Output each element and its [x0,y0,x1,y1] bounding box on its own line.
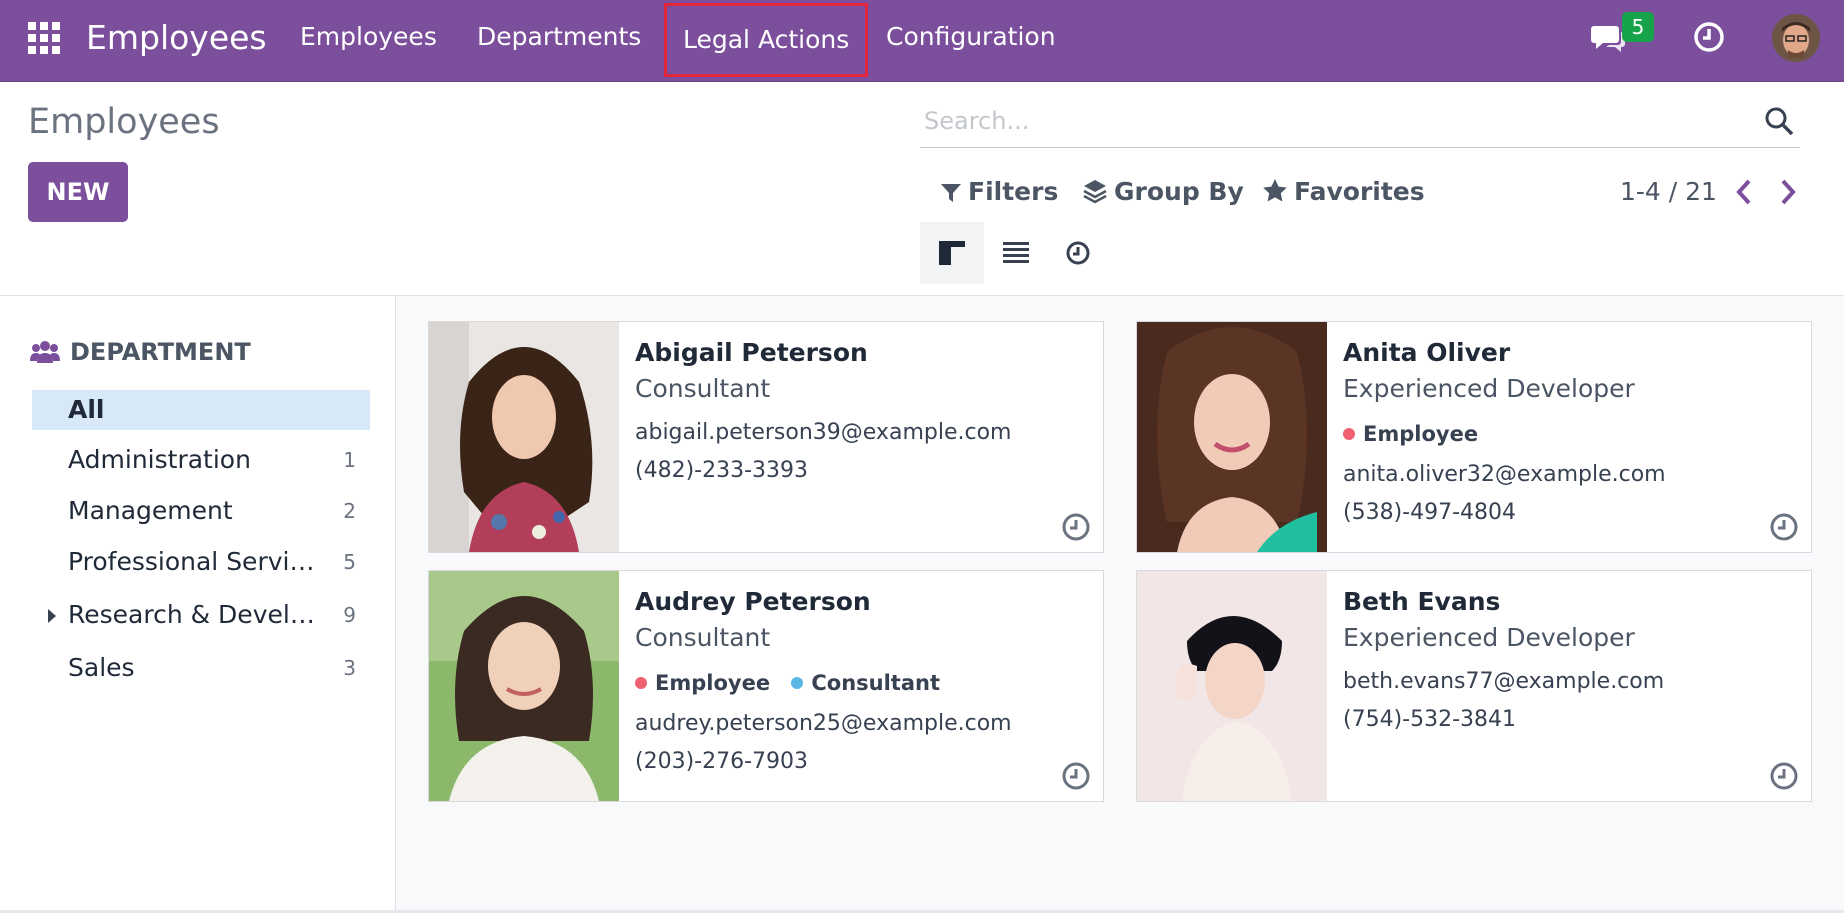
employee-job-title: Experienced Developer [1343,374,1635,403]
activity-clock-icon[interactable] [1061,512,1091,542]
department-header: DEPARTMENT [30,338,251,366]
clock-icon[interactable] [1692,20,1726,54]
employee-email: anita.oliver32@example.com [1343,462,1666,487]
activity-clock-icon[interactable] [1061,761,1091,791]
employee-job-title: Consultant [635,374,771,403]
kanban-view-button[interactable] [920,222,984,284]
activity-clock-icon[interactable] [1769,512,1799,542]
tag-employee: Employee [635,671,770,695]
department-label: All [68,395,105,424]
expand-caret-icon[interactable] [48,609,56,623]
employee-job-title: Consultant [635,623,771,652]
employee-email: audrey.peterson25@example.com [635,711,1012,736]
employee-email: abigail.peterson39@example.com [635,420,1012,445]
top-navbar: Employees Employees Departments Legal Ac… [0,0,1844,82]
department-count: 2 [343,499,356,523]
favorites-label: Favorites [1294,177,1425,206]
employee-job-title: Experienced Developer [1343,623,1635,652]
employee-phone: (754)-532-3841 [1343,707,1517,732]
employee-photo [1137,571,1327,801]
department-header-label: DEPARTMENT [70,338,251,366]
employee-card[interactable]: Audrey Peterson Consultant Employee Cons… [428,570,1104,802]
menu-employees[interactable]: Employees [300,0,437,82]
chat-icon[interactable] [1590,22,1626,54]
employee-kanban: Abigail Peterson Consultant abigail.pete… [396,296,1844,910]
search-bar [920,96,1800,148]
pager-previous-icon[interactable] [1730,176,1758,208]
employee-photo [429,322,619,552]
page-title: Employees [28,102,220,142]
star-icon [1263,179,1287,202]
employee-phone: (538)-497-4804 [1343,500,1517,525]
employee-name: Audrey Peterson [635,587,871,616]
menu-legal-actions[interactable]: Legal Actions [664,3,869,77]
list-view-icon [1003,242,1029,263]
message-count-badge: 5 [1622,12,1654,42]
search-input[interactable] [924,96,1724,146]
department-research-development[interactable]: Research & Development 9 [32,595,370,635]
app-title[interactable]: Employees [86,18,267,58]
search-icon[interactable] [1764,106,1794,136]
activity-view-button[interactable] [1046,222,1110,284]
filters-label: Filters [968,177,1059,206]
employee-card[interactable]: Anita Oliver Experienced Developer Emplo… [1136,321,1812,553]
department-label: Professional Services [68,547,328,576]
menu-configuration[interactable]: Configuration [886,0,1056,82]
employee-name: Beth Evans [1343,587,1501,616]
employee-card[interactable]: Abigail Peterson Consultant abigail.pete… [428,321,1104,553]
employee-card[interactable]: Beth Evans Experienced Developer beth.ev… [1136,570,1812,802]
department-count: 5 [343,550,356,574]
employee-photo [1137,322,1327,552]
employee-tags: Employee Consultant [635,671,954,695]
users-icon [30,341,60,363]
pager-next-icon[interactable] [1774,176,1802,208]
filters-button[interactable]: Filters [940,172,1058,212]
tag-employee: Employee [1343,422,1478,446]
employee-phone: (482)-233-3393 [635,458,809,483]
department-sales[interactable]: Sales 3 [32,648,370,688]
department-all[interactable]: All [32,390,370,430]
group-by-button[interactable]: Group By [1082,172,1244,212]
activity-view-icon [1066,241,1090,265]
pager-value[interactable]: 1-4 / 21 [1620,172,1717,212]
department-label: Research & Development [68,600,328,629]
employee-tags: Employee [1343,422,1492,446]
new-button[interactable]: NEW [28,162,128,222]
employee-name: Abigail Peterson [635,338,868,367]
department-count: 3 [343,656,356,680]
tag-consultant: Consultant [791,671,940,695]
department-label: Administration [68,445,251,474]
apps-grid-icon[interactable] [28,22,60,54]
employee-email: beth.evans77@example.com [1343,669,1665,694]
department-count: 1 [343,448,356,472]
menu-departments[interactable]: Departments [477,0,641,82]
group-by-label: Group By [1114,177,1244,206]
department-management[interactable]: Management 2 [32,491,370,531]
control-panel: Employees NEW Filters Group By Favorites… [0,82,1844,296]
kanban-view-icon [939,241,965,265]
user-avatar[interactable] [1772,14,1820,62]
list-view-button[interactable] [984,222,1048,284]
filter-icon [941,184,961,202]
department-label: Sales [68,653,135,682]
employee-name: Anita Oliver [1343,338,1511,367]
department-administration[interactable]: Administration 1 [32,440,370,480]
favorites-button[interactable]: Favorites [1262,172,1425,212]
activity-clock-icon[interactable] [1769,761,1799,791]
department-count: 9 [343,603,356,627]
employee-photo [429,571,619,801]
employee-phone: (203)-276-7903 [635,749,809,774]
department-label: Management [68,496,233,525]
department-side-panel: DEPARTMENT All Administration 1 Manageme… [0,296,396,910]
department-professional-services[interactable]: Professional Services 5 [32,542,370,582]
layers-icon [1083,180,1107,204]
